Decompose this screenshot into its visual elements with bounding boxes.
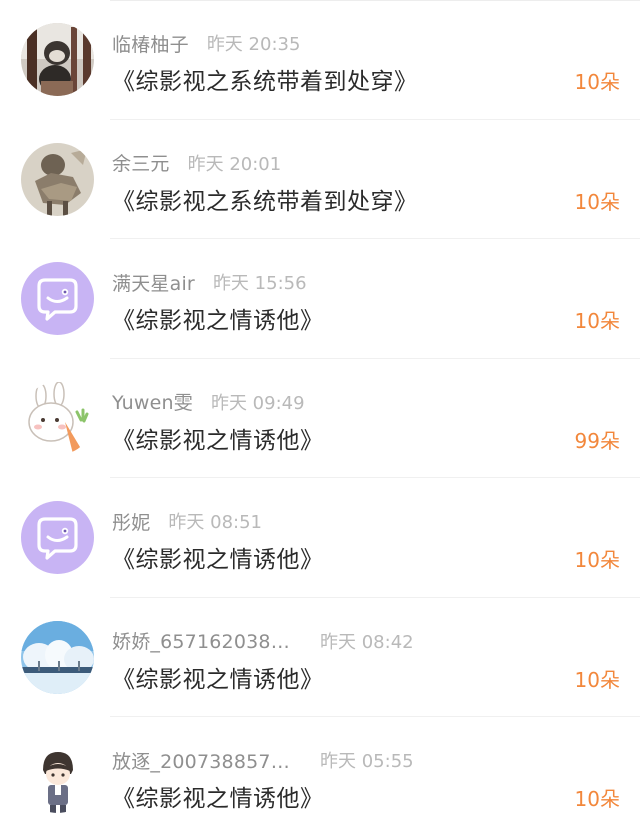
- book-title[interactable]: 《综影视之系统带着到处穿》: [112, 182, 418, 216]
- list-item[interactable]: Yuwen雯 昨天 09:49 《综影视之情诱他》 99朵: [0, 359, 640, 479]
- cartoon-boy-avatar-icon[interactable]: [21, 740, 94, 813]
- item-meta: 余三元 昨天 20:01: [112, 150, 281, 176]
- username[interactable]: 彤妮: [112, 508, 150, 535]
- gift-list: 临椿柚子 昨天 20:35 《综影视之系统带着到处穿》 10朵 余三元 昨天 2…: [0, 0, 640, 837]
- book-title[interactable]: 《综影视之情诱他》: [112, 421, 324, 455]
- username[interactable]: 放逐_200738857…: [112, 747, 302, 774]
- book-title[interactable]: 《综影视之情诱他》: [112, 779, 324, 813]
- flower-count: 99朵: [574, 428, 620, 453]
- flower-count: 10朵: [574, 667, 620, 692]
- timestamp: 昨天 20:01: [187, 153, 282, 175]
- cartoon-rabbit-carrot-avatar-icon[interactable]: [21, 381, 94, 455]
- timestamp: 昨天 09:49: [210, 392, 305, 414]
- flower-count: 10朵: [574, 787, 620, 811]
- list-item[interactable]: 彤妮 昨天 08:51 《综影视之情诱他》 10朵: [0, 478, 640, 598]
- flower-count: 10朵: [574, 70, 620, 94]
- flower-count: 10朵: [574, 548, 620, 572]
- flower-count: 10朵: [574, 189, 620, 214]
- item-meta: 临椿柚子 昨天 20:35: [112, 30, 300, 56]
- book-title[interactable]: 《综影视之情诱他》: [112, 540, 324, 574]
- list-item[interactable]: 余三元 昨天 20:01 《综影视之系统带着到处穿》 10朵: [0, 120, 640, 240]
- username[interactable]: Yuwen雯: [112, 388, 193, 415]
- item-meta: 放逐_200738857… 昨天 05:55: [112, 747, 414, 773]
- timestamp: 昨天 15:56: [212, 273, 307, 294]
- photo-avatar-icon[interactable]: [21, 142, 94, 216]
- timestamp: 昨天 08:42: [320, 631, 414, 653]
- username[interactable]: 娇娇_657162038…: [112, 627, 302, 654]
- username[interactable]: 临椿柚子: [112, 30, 189, 57]
- item-meta: 娇娇_657162038… 昨天 08:42: [112, 628, 414, 654]
- item-meta: 满天星air 昨天 15:56: [112, 269, 307, 295]
- list-item[interactable]: 放逐_200738857… 昨天 05:55 《综影视之情诱他》 10朵: [0, 717, 640, 837]
- username[interactable]: 余三元: [112, 149, 170, 176]
- book-title[interactable]: 《综影视之情诱他》: [112, 301, 324, 335]
- timestamp: 昨天 05:55: [320, 751, 414, 772]
- flower-count: 10朵: [574, 309, 620, 333]
- item-meta: Yuwen雯 昨天 09:49: [112, 389, 305, 415]
- default-chat-bubble-avatar-icon[interactable]: [21, 262, 94, 335]
- username[interactable]: 满天星air: [112, 269, 195, 296]
- list-item[interactable]: 满天星air 昨天 15:56 《综影视之情诱他》 10朵: [0, 239, 640, 359]
- item-meta: 彤妮 昨天 08:51: [112, 508, 262, 534]
- photo-avatar-icon[interactable]: [21, 620, 94, 694]
- list-item[interactable]: 临椿柚子 昨天 20:35 《综影视之系统带着到处穿》 10朵: [0, 0, 640, 120]
- list-item[interactable]: 娇娇_657162038… 昨天 08:42 《综影视之情诱他》 10朵: [0, 598, 640, 718]
- timestamp: 昨天 20:35: [206, 34, 301, 55]
- timestamp: 昨天 08:51: [168, 512, 263, 533]
- book-title[interactable]: 《综影视之系统带着到处穿》: [112, 62, 418, 96]
- photo-avatar-icon[interactable]: [21, 23, 94, 96]
- book-title[interactable]: 《综影视之情诱他》: [112, 660, 324, 694]
- default-chat-bubble-avatar-icon[interactable]: [21, 501, 94, 574]
